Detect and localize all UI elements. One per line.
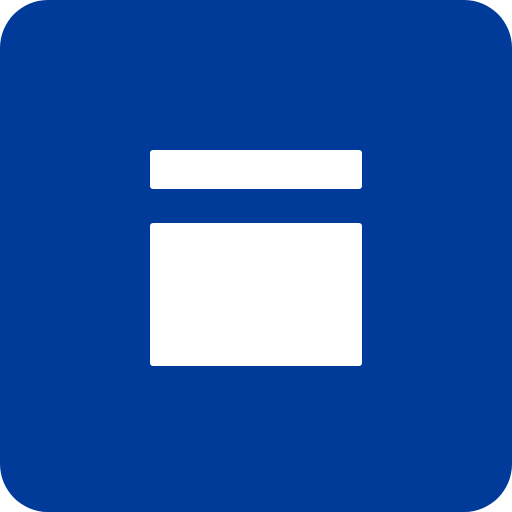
app-icon-tile[interactable] [0,0,512,512]
content-panel-shape [150,223,362,366]
header-bar-shape [150,150,362,189]
window-layout-icon [150,150,362,366]
